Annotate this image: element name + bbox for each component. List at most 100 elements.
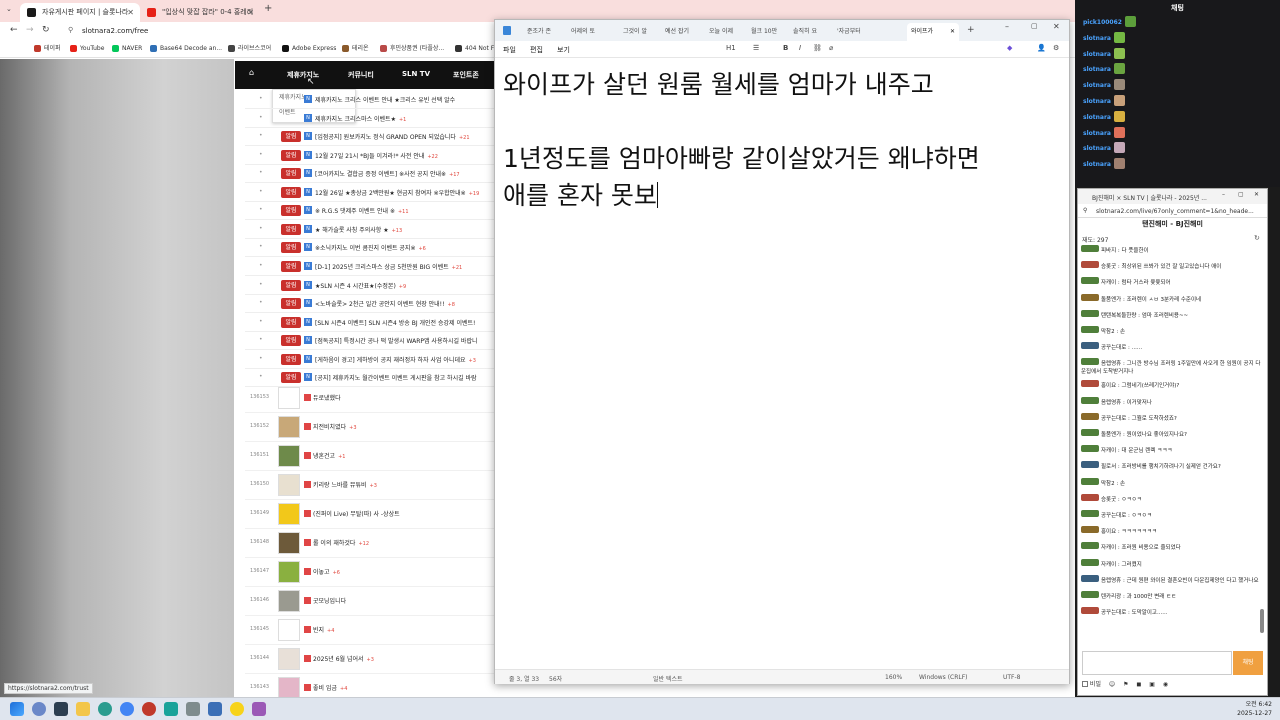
browser-tab-second[interactable]: "입상식 맞잡 잡라" 0-4 홍레리 ✕ bbox=[140, 3, 260, 22]
bookmark-gift[interactable]: 후민상품권 (타플상... bbox=[380, 43, 444, 55]
notepad-tab[interactable]: 그것이 알 bbox=[619, 23, 659, 41]
post-row[interactable]: 136143 좋비 임금 +4 bbox=[245, 674, 495, 697]
notepad-tab[interactable]: 준조가 존 bbox=[523, 23, 563, 41]
chat-username[interactable]: slotnara bbox=[1083, 130, 1111, 137]
settings-gear-icon[interactable]: ⚙ bbox=[1053, 44, 1059, 52]
post-row[interactable]: 136150 키리랑 느바를 뮤튜비 +3 bbox=[245, 471, 495, 500]
reload-icon[interactable]: ↻ bbox=[42, 25, 50, 35]
post-row[interactable]: 136145 빈지 +4 bbox=[245, 616, 495, 645]
chrome-icon[interactable] bbox=[120, 702, 134, 716]
notepad-tab[interactable]: 어제의 토 bbox=[567, 23, 607, 41]
menu-file[interactable]: 파일 bbox=[503, 45, 516, 55]
nav-community[interactable]: 커뮤니티 bbox=[348, 70, 374, 80]
list-icon[interactable]: ☰ bbox=[753, 44, 759, 52]
post-row[interactable]: 136151 냉혼건고 +1 bbox=[245, 442, 495, 471]
copilot-icon[interactable]: ◆ bbox=[1007, 44, 1012, 52]
heading-dropdown[interactable]: H1 bbox=[726, 44, 736, 52]
notice-row[interactable]: • 알림 N [게하음이 경고] 게하방이 공지 재러정자 하자 사업 아니데요 +3 bbox=[245, 351, 495, 369]
notepad-editor[interactable]: 와이프가 살던 원룸 월세를 엄마가 내주고 1년정도를 엄마아빠랑 같이살았거든… bbox=[503, 66, 1063, 214]
link-icon[interactable]: ⛓ bbox=[813, 44, 822, 52]
chat-username[interactable]: slotnara bbox=[1083, 66, 1111, 73]
home-icon[interactable]: ⌂ bbox=[249, 68, 254, 77]
bookmark-adobe[interactable]: Adobe Express bbox=[282, 43, 336, 55]
nav-point-zone[interactable]: 포인트존 bbox=[453, 70, 479, 80]
notepad-tab[interactable]: 월크 10만 bbox=[747, 23, 787, 41]
notice-row[interactable]: • N 제휴카지노 크리스 이벤트 안내 ★크리스 유빈 선택 알수 bbox=[245, 91, 495, 109]
notice-row[interactable]: • 알림 N [D-1] 2025년 크리스마스 상금 5천만원 BIG 이벤트 +21 bbox=[245, 258, 495, 276]
app-icon-red[interactable] bbox=[142, 702, 156, 716]
menu-view[interactable]: 보기 bbox=[557, 45, 570, 55]
edge-icon[interactable] bbox=[98, 702, 112, 716]
notepad-tab[interactable]: 예선 잡기 bbox=[661, 23, 701, 41]
nav-sln-tv[interactable]: SLN TV bbox=[402, 70, 430, 78]
notice-row[interactable]: • 알림 N ★ 해가슬롯 사칭 주의사항 ★ +13 bbox=[245, 221, 495, 239]
camera-icon[interactable]: ◉ bbox=[1163, 681, 1168, 688]
notice-row[interactable]: • 알림 N ※소닉카지노 이번 콤진지 이벤트 공지※ +6 bbox=[245, 239, 495, 258]
chat-username[interactable]: slotnara bbox=[1083, 145, 1111, 152]
back-icon[interactable]: ← bbox=[10, 25, 18, 35]
new-tab-button[interactable]: + bbox=[264, 3, 272, 14]
notepad-tab[interactable]: 와이프가 ✕ bbox=[907, 23, 959, 41]
chat-username[interactable]: slotnara bbox=[1083, 161, 1111, 168]
bookmark-youtube[interactable]: YouTube bbox=[70, 43, 104, 55]
notice-row[interactable]: • N 제휴카지노 크리스마스 이벤트★ +1 bbox=[245, 110, 495, 128]
close-tab-icon[interactable]: ✕ bbox=[950, 23, 955, 41]
clock[interactable]: 오전 6:42 2025-12-27 bbox=[1237, 700, 1272, 718]
popup-minimize-icon[interactable]: – bbox=[1222, 191, 1225, 198]
post-row[interactable]: 136146 굿모닝입니다 bbox=[245, 587, 495, 616]
chat-username[interactable]: pick100062 bbox=[1083, 19, 1122, 26]
clear-format-icon[interactable]: ⌀ bbox=[829, 44, 833, 52]
post-row[interactable]: 136148 롤 이의 재하것다 +12 bbox=[245, 529, 495, 558]
forward-icon[interactable]: → bbox=[26, 25, 34, 35]
sticker-icon[interactable]: ◼ bbox=[1136, 681, 1141, 688]
notice-row[interactable]: • 알림 N [입점공지] 원보카지노 정식 GRAND OPEN 되었습니다 +21 bbox=[245, 128, 495, 147]
notepad-tab[interactable]: 솔직히 요 bbox=[789, 23, 829, 41]
notice-row[interactable]: • 알림 N 12월 27일 21시 *BJ들 이겨라!* 사전 안내 +22 bbox=[245, 147, 495, 165]
widgets-icon[interactable] bbox=[32, 702, 46, 716]
image-icon[interactable]: ▣ bbox=[1149, 681, 1155, 688]
notepad-new-tab-button[interactable]: + bbox=[967, 25, 975, 35]
windows-start-icon[interactable] bbox=[10, 702, 24, 716]
bookmark-terion[interactable]: 테리온 bbox=[342, 43, 369, 55]
notice-row[interactable]: • 알림 N <노바슬롯> 2천근 일간 공안지 이벤트 현장 안내!! +8 bbox=[245, 295, 495, 314]
tab-list-icon[interactable]: ⌄ bbox=[6, 5, 16, 15]
chat-username[interactable]: slotnara bbox=[1083, 35, 1111, 42]
minimize-icon[interactable]: – bbox=[1005, 22, 1009, 31]
flag-icon[interactable]: ⚑ bbox=[1123, 681, 1128, 688]
notice-row[interactable]: • 알림 N 12월 26일 ★총상금 2백만원★ 현금지 참여자 ※우합안내※ +19 bbox=[245, 184, 495, 202]
bookmark-item[interactable]: 테이퍼 bbox=[34, 43, 61, 55]
chat-username[interactable]: slotnara bbox=[1083, 51, 1111, 58]
address-input[interactable]: slotnara2.com/free bbox=[82, 27, 148, 35]
kakao-icon[interactable] bbox=[230, 702, 244, 716]
bookmark-livescore[interactable]: 라이브스코어 bbox=[228, 43, 271, 55]
popup-close-icon[interactable]: ✕ bbox=[1254, 191, 1259, 198]
post-row[interactable]: 136147 이놓고 +6 bbox=[245, 558, 495, 587]
bookmark-404[interactable]: 404 Not F bbox=[455, 43, 494, 55]
bookmark-naver[interactable]: NAVER bbox=[112, 43, 142, 55]
taskview-icon[interactable] bbox=[54, 702, 68, 716]
bookmark-base64[interactable]: Base64 Decode an... bbox=[150, 43, 222, 55]
notice-row[interactable]: • 알림 N [SLN 시즌4 이벤트] SLN 시즌4 방송 BJ 개인전 승강제 … bbox=[245, 314, 495, 332]
close-window-icon[interactable]: ✕ bbox=[1053, 22, 1060, 31]
bold-icon[interactable]: B bbox=[783, 44, 788, 52]
notice-row[interactable]: • 알림 N [점독공지] 특정시간 공나 떡 발생시 WARP앱 사용하시길 바랍니 bbox=[245, 332, 495, 351]
refresh-icon[interactable]: ↻ bbox=[1254, 234, 1260, 242]
notice-row[interactable]: • 알림 N ※ R.G.S 댓제주 이벤트 안내 ※ +11 bbox=[245, 202, 495, 221]
post-row[interactable]: 136152 지전비치였다 +3 bbox=[245, 413, 495, 442]
app-icon-gray[interactable] bbox=[186, 702, 200, 716]
snipping-icon[interactable] bbox=[252, 702, 266, 716]
italic-icon[interactable]: I bbox=[799, 44, 801, 52]
emoji-icon[interactable]: ☺ bbox=[1109, 681, 1115, 688]
chat-username[interactable]: slotnara bbox=[1083, 82, 1111, 89]
close-tab-icon[interactable]: ✕ bbox=[127, 3, 134, 22]
close-tab-icon[interactable]: ✕ bbox=[247, 3, 254, 22]
notice-row[interactable]: • 알림 N [코어카지노 결합금 증정 이벤트] ※사전 공지 안내※ +17 bbox=[245, 165, 495, 184]
menu-edit[interactable]: 편집 bbox=[530, 45, 543, 55]
popup-maximize-icon[interactable]: ▢ bbox=[1238, 191, 1244, 198]
chat-input[interactable] bbox=[1082, 651, 1232, 675]
post-row[interactable]: 136153 듀로냈했다 bbox=[245, 384, 495, 413]
app-icon-blue[interactable] bbox=[208, 702, 222, 716]
account-icon[interactable]: 👤 bbox=[1037, 44, 1046, 52]
post-row[interactable]: 136149 (진퍼이 Live) 무탈(따) 사 -상상트 bbox=[245, 500, 495, 529]
notice-row[interactable]: • 알림 N ★SLN 시즌 4 시간표★(수정본) +9 bbox=[245, 277, 495, 295]
